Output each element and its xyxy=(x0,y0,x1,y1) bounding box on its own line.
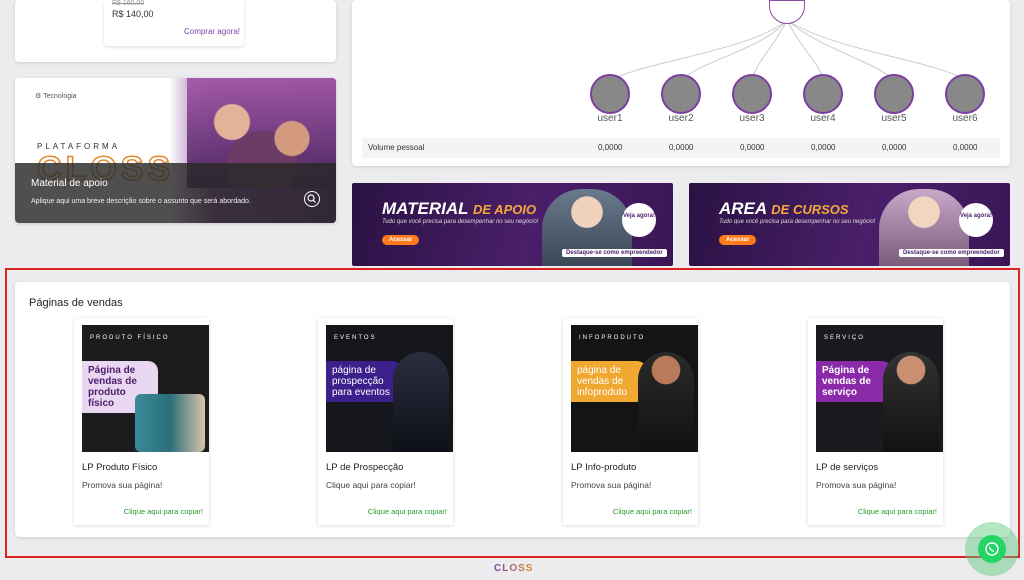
lp-image-text: página de prospecção para eventos xyxy=(326,361,402,402)
volume-value: 0,0000 xyxy=(811,143,836,152)
user-avatar-icon[interactable] xyxy=(874,74,914,114)
user-label: user5 xyxy=(881,113,907,124)
banner-subtitle: Tudo que você precisa para desempenhar n… xyxy=(382,219,539,225)
volume-value: 0,0000 xyxy=(598,143,623,152)
volume-label: Volume pessoal xyxy=(368,143,425,152)
user-label: user4 xyxy=(810,113,836,124)
lp-image-text: página de vendas de infoproduto xyxy=(571,361,647,402)
user-avatar-icon[interactable] xyxy=(661,74,701,114)
whatsapp-icon[interactable] xyxy=(978,535,1006,563)
volume-value: 0,0000 xyxy=(669,143,694,152)
lp-name: LP de serviços xyxy=(816,462,879,473)
banner-title: MATERIAL DE APOIO xyxy=(382,199,537,218)
material-de-apoio-card[interactable]: ⚙ Tecnologia PLATAFORMA CLOSS Material d… xyxy=(15,78,336,223)
lp-thumbnail: EVENTOS página de prospecção para evento… xyxy=(326,325,453,452)
businessman-image xyxy=(883,352,939,452)
lp-desc: Clique aqui para copiar! xyxy=(326,480,416,490)
lp-category: EVENTOS xyxy=(334,335,377,341)
material-de-apoio-banner[interactable]: MATERIAL DE APOIO Tudo que você precisa … xyxy=(352,183,673,266)
lp-card-infoproduto[interactable]: INFOPRODUTO página de vendas de infoprod… xyxy=(563,318,698,525)
veja-agora-badge: Veja agora! xyxy=(622,203,656,237)
banner-footer: Destaque-se como empreendedor xyxy=(562,249,667,257)
copy-link[interactable]: Clique aqui para copiar! xyxy=(368,507,447,516)
lp-name: LP Produto Físico xyxy=(82,462,158,473)
copy-link[interactable]: Clique aqui para copiar! xyxy=(613,507,692,516)
copy-link[interactable]: Clique aqui para copiar! xyxy=(124,507,203,516)
volume-value: 0,0000 xyxy=(882,143,907,152)
lp-category: SERVIÇO xyxy=(824,335,865,341)
lp-card-eventos[interactable]: EVENTOS página de prospecção para evento… xyxy=(318,318,453,525)
banner-footer: Destaque-se como empreendedor xyxy=(899,249,1004,257)
current-price: R$ 140,00 xyxy=(112,9,154,19)
search-icon[interactable] xyxy=(304,191,320,207)
veja-agora-badge: Veja agora! xyxy=(959,203,993,237)
access-button[interactable]: Acessar xyxy=(719,235,757,245)
section-title: Páginas de vendas xyxy=(29,297,123,309)
user-label: user2 xyxy=(668,113,694,124)
lp-name: LP de Prospecção xyxy=(326,462,404,473)
man-silhouette-image xyxy=(393,352,449,452)
access-button[interactable]: Acessar xyxy=(382,235,420,245)
lp-thumbnail: INFOPRODUTO página de vendas de infoprod… xyxy=(571,325,698,452)
lp-desc: Promova sua página! xyxy=(571,480,652,490)
user-label: user6 xyxy=(952,113,978,124)
old-price: R$ 160,00 xyxy=(112,0,145,7)
lp-category: INFOPRODUTO xyxy=(579,335,646,341)
area-de-cursos-banner[interactable]: AREA DE CURSOS Tudo que você precisa par… xyxy=(689,183,1010,266)
user-label: user3 xyxy=(739,113,765,124)
tree-connectors xyxy=(609,19,967,80)
user-avatar-icon[interactable] xyxy=(945,74,985,114)
footer-logo: CLOSS xyxy=(494,563,534,574)
lp-desc: Promova sua página! xyxy=(82,480,163,490)
lp-thumbnail: PRODUTO FÍSICO Página de vendas de produ… xyxy=(82,325,209,452)
product-mini-card: R$ 160,00 R$ 140,00 Comprar agora! xyxy=(104,0,244,46)
card-description: Aplique aqui uma breve descrição sobre o… xyxy=(31,198,251,205)
user-avatar-icon[interactable] xyxy=(732,74,772,114)
category-tag: ⚙ Tecnologia xyxy=(35,93,77,100)
user-avatar-icon[interactable] xyxy=(803,74,843,114)
card-overlay xyxy=(15,163,336,223)
lp-card-produto-fisico[interactable]: PRODUTO FÍSICO Página de vendas de produ… xyxy=(74,318,209,525)
product-jars-image xyxy=(135,394,205,452)
lp-category: PRODUTO FÍSICO xyxy=(90,335,170,341)
woman-image xyxy=(638,352,694,452)
lp-image-text: Página de vendas de serviço xyxy=(816,361,892,402)
banner-title: AREA DE CURSOS xyxy=(719,199,849,218)
lp-name: LP Info-produto xyxy=(571,462,637,473)
volume-value: 0,0000 xyxy=(740,143,765,152)
lp-thumbnail: SERVIÇO Página de vendas de serviço xyxy=(816,325,943,452)
card-title: Material de apoio xyxy=(31,178,108,189)
buy-now-link[interactable]: Comprar agora! xyxy=(184,27,240,36)
lp-card-servico[interactable]: SERVIÇO Página de vendas de serviço LP d… xyxy=(808,318,943,525)
volume-value: 0,0000 xyxy=(953,143,978,152)
banner-subtitle: Tudo que você precisa para desempenhar n… xyxy=(719,219,876,225)
user-label: user1 xyxy=(597,113,623,124)
lp-desc: Promova sua página! xyxy=(816,480,897,490)
user-avatar-icon[interactable] xyxy=(590,74,630,114)
copy-link[interactable]: Clique aqui para copiar! xyxy=(858,507,937,516)
